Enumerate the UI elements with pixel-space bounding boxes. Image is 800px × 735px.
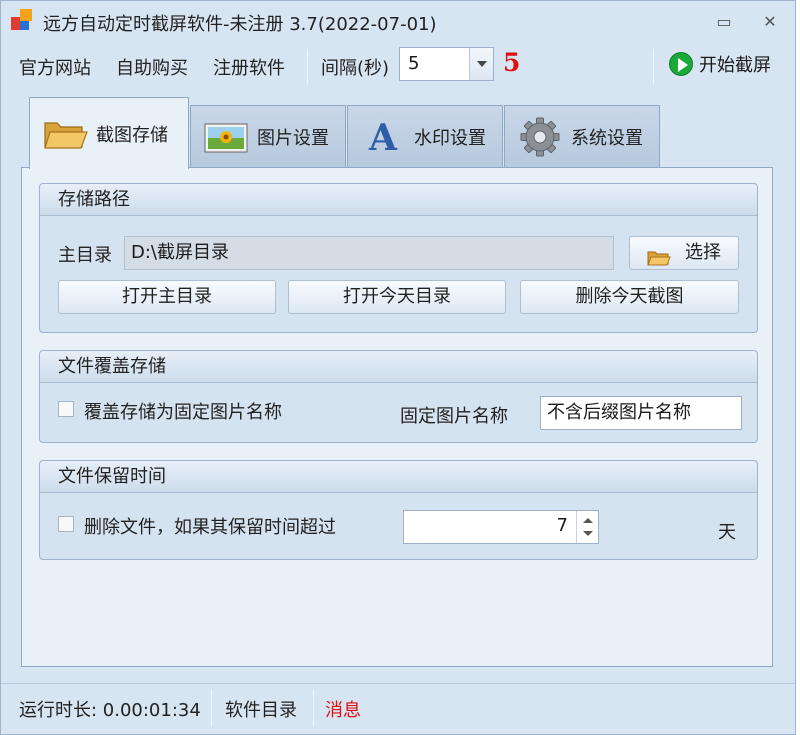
retention-days-spinner[interactable]: 7: [403, 510, 599, 544]
interval-value: 5: [408, 53, 420, 74]
picture-icon: [203, 117, 249, 157]
app-logo-icon: [11, 9, 33, 31]
tab-picture-label: 图片设置: [257, 127, 329, 149]
tab-watermark-label: 水印设置: [414, 127, 486, 149]
fixed-name-label: 固定图片名称: [400, 406, 508, 427]
menu-self-purchase[interactable]: 自助购买: [116, 54, 188, 80]
choose-folder-button[interactable]: 选择: [629, 236, 739, 270]
retention-days-value: 7: [556, 515, 568, 536]
overwrite-checkbox-label: 覆盖存储为固定图片名称: [84, 402, 282, 423]
group-title: 文件保留时间: [40, 461, 757, 493]
group-title: 文件覆盖存储: [40, 351, 757, 383]
countdown-value: 5: [503, 48, 521, 77]
days-unit-label: 天: [718, 522, 736, 543]
folder-icon: [647, 245, 671, 266]
interval-label: 间隔(秒): [321, 58, 390, 79]
toolbar-divider: [307, 49, 308, 85]
play-icon: [669, 52, 693, 76]
gear-icon: [517, 117, 563, 157]
status-bar: 运行时长: 0.00:01:34 软件目录 消息: [1, 683, 795, 733]
main-window: 远方自动定时截屏软件-未注册 3.7(2022-07-01) ▭ ✕ 官方网站 …: [0, 0, 796, 735]
main-dir-label: 主目录: [58, 245, 112, 266]
storage-path-group: 存储路径 主目录 D:\截屏目录 选择 打开主目录 打开今天目录 删除今天截图: [39, 183, 758, 333]
title-bar: 远方自动定时截屏软件-未注册 3.7(2022-07-01) ▭ ✕: [1, 1, 795, 39]
tab-watermark[interactable]: A 水印设置: [347, 105, 503, 167]
letter-a-icon: A: [360, 117, 406, 159]
window-title: 远方自动定时截屏软件-未注册 3.7(2022-07-01): [43, 14, 437, 35]
delete-old-files-label: 删除文件，如果其保留时间超过: [84, 517, 336, 538]
overwrite-checkbox[interactable]: [58, 401, 74, 417]
overwrite-group: 文件覆盖存储 覆盖存储为固定图片名称 固定图片名称 不含后缀图片名称: [39, 350, 758, 443]
tab-system-label: 系统设置: [571, 127, 643, 149]
spinner-buttons[interactable]: [576, 511, 598, 543]
fixed-name-input[interactable]: 不含后缀图片名称: [540, 396, 742, 430]
group-title: 存储路径: [40, 184, 757, 216]
folder-icon: [42, 114, 88, 154]
tab-system[interactable]: 系统设置: [504, 105, 660, 167]
software-dir-link[interactable]: 软件目录: [225, 696, 297, 722]
svg-text:A: A: [368, 117, 398, 157]
tab-storage-label: 截图存储: [96, 124, 168, 146]
start-capture-label: 开始截屏: [699, 55, 771, 76]
open-main-dir-button[interactable]: 打开主目录: [58, 280, 276, 314]
retention-group: 文件保留时间 删除文件，如果其保留时间超过 7 天: [39, 460, 758, 560]
minimize-button[interactable]: ▭: [714, 13, 734, 31]
settings-tabs: 截图存储 图片设置 A 水印设置 系统设置: [29, 97, 669, 169]
message-link[interactable]: 消息: [325, 696, 361, 722]
delete-today-screenshots-button[interactable]: 删除今天截图: [520, 280, 739, 314]
runtime-status: 运行时长: 0.00:01:34: [19, 700, 201, 721]
toolbar-divider: [653, 49, 654, 85]
start-capture-button[interactable]: 开始截屏: [669, 51, 771, 81]
menu-official-site[interactable]: 官方网站: [19, 54, 91, 80]
status-divider: [211, 690, 212, 726]
main-dir-field[interactable]: D:\截屏目录: [124, 236, 614, 270]
tab-storage[interactable]: 截图存储: [29, 97, 189, 169]
chevron-down-icon: [583, 531, 593, 536]
choose-label: 选择: [685, 242, 721, 263]
interval-select[interactable]: 5: [399, 47, 494, 81]
chevron-up-icon: [583, 518, 593, 523]
status-divider: [313, 690, 314, 726]
toolbar: 官方网站 自助购买 注册软件 间隔(秒) 5 5 开始截屏: [1, 41, 795, 91]
tab-content-panel: 存储路径 主目录 D:\截屏目录 选择 打开主目录 打开今天目录 删除今天截图 …: [21, 167, 773, 667]
menu-register[interactable]: 注册软件: [213, 54, 285, 80]
delete-old-files-checkbox[interactable]: [58, 516, 74, 532]
chevron-down-icon[interactable]: [469, 48, 493, 80]
tab-picture[interactable]: 图片设置: [190, 105, 346, 167]
close-button[interactable]: ✕: [760, 13, 780, 31]
open-today-dir-button[interactable]: 打开今天目录: [288, 280, 506, 314]
